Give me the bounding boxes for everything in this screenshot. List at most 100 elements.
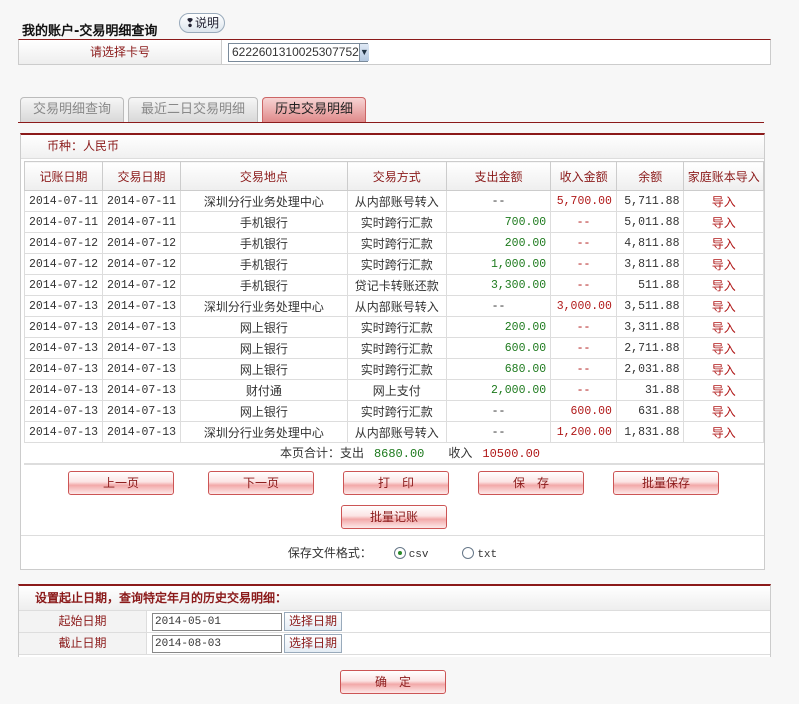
- import-link[interactable]: 导入: [683, 421, 764, 443]
- history-panel: 币种：人民币 记账日期 交易日期 交易地点 交易方式 支出金额 收入金额 余额 家庭账本导入 …: [20, 133, 765, 570]
- cell: 2014-07-13: [102, 337, 182, 359]
- chevron-down-icon[interactable]: ▼: [358, 44, 369, 61]
- radio-csv[interactable]: [393, 547, 406, 559]
- cell-out: --: [445, 400, 552, 422]
- cell-in: --: [550, 379, 617, 401]
- confirm-button[interactable]: 确 定: [340, 670, 446, 694]
- cell-balance: 31.88: [615, 379, 685, 401]
- cell-balance: 5,711.88: [615, 190, 685, 212]
- import-link[interactable]: 导入: [683, 211, 764, 233]
- cell: 2014-07-11: [23, 211, 104, 233]
- cell: 实时跨行汇款: [346, 232, 447, 254]
- pick-start-date-button[interactable]: 选择日期: [284, 612, 342, 631]
- cell: 2014-07-12: [23, 232, 104, 254]
- import-link[interactable]: 导入: [683, 295, 764, 317]
- cell-out: 3,300.00: [445, 274, 552, 296]
- next-page-button[interactable]: 下一页: [208, 471, 314, 495]
- table-row: 2014-07-12 2014-07-12 手机银行 实时跨行汇款 1,000.00 --…: [23, 253, 764, 275]
- tab-history[interactable]: 历史交易明细: [262, 97, 367, 122]
- start-date-input[interactable]: 2014-05-01: [152, 612, 282, 631]
- cell-balance: 3,811.88: [615, 253, 685, 275]
- table-row: 2014-07-12 2014-07-12 手机银行 贷记卡转账还款 3,300.00-…: [23, 274, 764, 296]
- batch-save-button[interactable]: 批量保存: [613, 471, 719, 495]
- cell: 2014-07-13: [102, 295, 182, 317]
- import-link[interactable]: 导入: [683, 337, 764, 359]
- cell: 网上支付: [346, 379, 447, 401]
- cell-balance: 3,311.88: [615, 316, 685, 338]
- table-row: 2014-07-13 2014-07-13 深圳分行业务处理中心 从内部账号转入 -- 1…: [23, 421, 764, 443]
- cell-in: 3,000.00: [550, 295, 617, 317]
- cell-in: 600.00: [550, 400, 617, 422]
- cell: 实时跨行汇款: [346, 337, 447, 359]
- table-row: 2014-07-13 2014-07-13 网上银行 实时跨行汇款 -- 600.00 63…: [23, 400, 764, 422]
- cell-out: 2,000.00: [445, 379, 552, 401]
- cell-in: --: [550, 232, 617, 254]
- cell: 2014-07-13: [23, 295, 104, 317]
- cell-out: 200.00: [445, 232, 552, 254]
- import-link[interactable]: 导入: [683, 379, 764, 401]
- table-row: 2014-07-11 2014-07-11 深圳分行业务处理中心 从内部账号转入 -- 5…: [23, 190, 764, 212]
- cell: 2014-07-13: [102, 421, 182, 443]
- cell-balance: 1,831.88: [615, 421, 685, 443]
- print-button[interactable]: 打 印: [343, 471, 449, 495]
- cell: 从内部账号转入: [346, 295, 447, 317]
- help-button[interactable]: ❢说明: [179, 13, 225, 33]
- import-link[interactable]: 导入: [683, 316, 764, 338]
- cell-in: 1,200.00: [550, 421, 617, 443]
- total-out: 8680.00: [373, 447, 425, 461]
- table-row: 2014-07-13 2014-07-13 网上银行 实时跨行汇款 200.00 -- 3,…: [23, 316, 764, 338]
- batch-book-button[interactable]: 批量记账: [341, 505, 447, 529]
- cell: 2014-07-12: [23, 274, 104, 296]
- import-link[interactable]: 导入: [683, 232, 764, 254]
- cell: 贷记卡转账还款: [346, 274, 447, 296]
- tab-query[interactable]: 交易明细查询: [20, 97, 125, 122]
- cell: 2014-07-11: [102, 190, 182, 212]
- cell-balance: 2,711.88: [615, 337, 685, 359]
- cell: 网上银行: [180, 337, 348, 359]
- cell: 2014-07-13: [102, 358, 182, 380]
- import-link[interactable]: 导入: [683, 400, 764, 422]
- cell: 手机银行: [180, 253, 348, 275]
- tab-bar: 交易明细查询 最近二日交易明细 历史交易明细: [18, 97, 764, 123]
- cell: 2014-07-13: [23, 358, 104, 380]
- cell-balance: 631.88: [615, 400, 685, 422]
- cell: 2014-07-12: [23, 253, 104, 275]
- column-header: 支出金额: [445, 161, 552, 191]
- end-date-label: 截止日期: [19, 633, 147, 654]
- import-link[interactable]: 导入: [683, 190, 764, 212]
- table-row: 2014-07-13 2014-07-13 网上银行 实时跨行汇款 680.00 -- 2,…: [23, 358, 764, 380]
- cell-out: --: [445, 295, 552, 317]
- cell-out: 1,000.00: [445, 253, 552, 275]
- import-link[interactable]: 导入: [683, 274, 764, 296]
- cell: 实时跨行汇款: [346, 211, 447, 233]
- cell-balance: 4,811.88: [615, 232, 685, 254]
- cell: 深圳分行业务处理中心: [180, 295, 348, 317]
- prev-page-button[interactable]: 上一页: [68, 471, 174, 495]
- import-link[interactable]: 导入: [683, 358, 764, 380]
- cell-out: 700.00: [445, 211, 552, 233]
- save-button[interactable]: 保 存: [478, 471, 584, 495]
- card-select[interactable]: 6222601310025307752 ▼: [228, 43, 369, 62]
- cell: 2014-07-13: [102, 400, 182, 422]
- cell: 从内部账号转入: [346, 421, 447, 443]
- cell: 深圳分行业务处理中心: [180, 190, 348, 212]
- table-row: 2014-07-13 2014-07-13 财付通 网上支付 2,000.00 -- 31.…: [23, 379, 764, 401]
- cell: 深圳分行业务处理中心: [180, 421, 348, 443]
- radio-txt[interactable]: [462, 547, 475, 559]
- transactions-table: 记账日期 交易日期 交易地点 交易方式 支出金额 收入金额 余额 家庭账本导入 2014-07…: [23, 161, 764, 443]
- cell: 网上银行: [180, 358, 348, 380]
- save-format-row: 保存文件格式： csv txt: [21, 535, 764, 570]
- pick-end-date-button[interactable]: 选择日期: [284, 634, 342, 653]
- cell-balance: 2,031.88: [615, 358, 685, 380]
- cell-balance: 5,011.88: [615, 211, 685, 233]
- import-link[interactable]: 导入: [683, 253, 764, 275]
- cell-out: 600.00: [445, 337, 552, 359]
- cell: 2014-07-11: [102, 211, 182, 233]
- column-header: 交易地点: [180, 161, 348, 191]
- cell-balance: 3,511.88: [615, 295, 685, 317]
- column-header: 交易日期: [102, 161, 182, 191]
- cell-balance: 511.88: [615, 274, 685, 296]
- cell-in: --: [550, 253, 617, 275]
- tab-recent-two-days[interactable]: 最近二日交易明细: [128, 97, 259, 122]
- end-date-input[interactable]: 2014-08-03: [152, 634, 282, 653]
